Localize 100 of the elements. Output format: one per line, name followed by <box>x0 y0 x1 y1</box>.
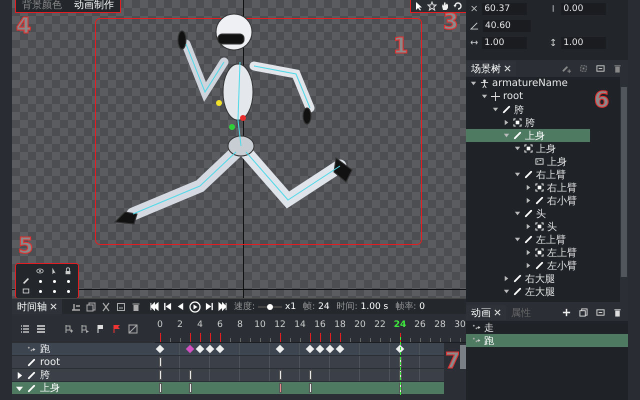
copy-icon[interactable] <box>579 308 588 317</box>
expand-arrow-icon[interactable] <box>492 106 499 113</box>
number-field[interactable]: 1.00 <box>561 36 606 48</box>
keyframe-marker[interactable] <box>279 370 282 380</box>
keyframe-marker[interactable] <box>159 383 162 393</box>
tree-item[interactable]: 右上臂 <box>466 181 590 194</box>
keyframe-marker[interactable] <box>309 383 312 393</box>
insert-icon[interactable] <box>71 302 81 312</box>
tree-item[interactable]: 头 <box>466 220 590 233</box>
tree-item[interactable]: root <box>466 90 590 103</box>
tree-item[interactable]: 上身 <box>466 142 590 155</box>
star-icon[interactable] <box>427 1 437 11</box>
keyframe-marker[interactable] <box>309 370 312 380</box>
cursor-icon[interactable] <box>50 267 58 275</box>
next-key-icon[interactable] <box>80 324 90 334</box>
track-name[interactable]: 跑 <box>12 343 155 356</box>
track-name[interactable]: root <box>12 356 155 369</box>
trash-icon[interactable] <box>131 302 141 312</box>
reverse-icon[interactable] <box>176 302 185 311</box>
add-bone-icon[interactable] <box>562 64 571 73</box>
expand-arrow-icon[interactable] <box>514 236 521 243</box>
animation-item[interactable]: 走 <box>466 321 628 334</box>
tree-item[interactable]: 上身 <box>466 129 590 142</box>
rename-icon[interactable] <box>596 64 605 73</box>
expand-arrow-icon[interactable] <box>503 275 510 282</box>
number-field[interactable]: 1.00 <box>482 36 527 48</box>
tree-item[interactable]: 左大腿 <box>466 285 590 298</box>
tree-item[interactable]: 左上臂 <box>466 233 590 246</box>
expand-arrow-icon[interactable] <box>525 197 532 204</box>
tree-item[interactable]: 上身 <box>466 155 590 168</box>
toggle-dot[interactable] <box>38 280 42 282</box>
plus-icon[interactable] <box>562 308 571 317</box>
tree-item[interactable]: 右上臂 <box>466 168 590 181</box>
trash-icon[interactable] <box>613 308 622 317</box>
scrollbar[interactable] <box>460 345 466 369</box>
expand-arrow-icon[interactable] <box>514 171 521 178</box>
playhead-line[interactable] <box>400 337 402 395</box>
number-field[interactable]: 60.37 <box>482 2 527 14</box>
animation-item[interactable]: 跑 <box>466 334 628 347</box>
keyframe-marker[interactable] <box>279 383 282 393</box>
rotate-icon[interactable] <box>453 1 463 11</box>
tree-item[interactable]: 左上臂 <box>466 246 590 259</box>
keyframe-marker[interactable] <box>159 357 162 367</box>
scene-tree-tab[interactable]: 场景树 <box>466 61 516 76</box>
keyframe-marker[interactable] <box>399 357 402 367</box>
toolbar-tab[interactable]: 动画制作 <box>68 0 120 12</box>
number-field[interactable]: 40.60 <box>483 20 531 32</box>
expand-arrow-icon[interactable] <box>16 384 23 392</box>
skip-start-icon[interactable] <box>150 302 159 311</box>
tree-item[interactable]: 右小臂 <box>466 194 590 207</box>
toggle-dot[interactable] <box>52 280 56 282</box>
keyframe-marker[interactable] <box>189 383 192 393</box>
curve-icon[interactable] <box>128 324 138 334</box>
lock-icon[interactable] <box>64 267 72 275</box>
play-icon[interactable] <box>189 300 201 312</box>
rename-icon[interactable] <box>596 308 605 317</box>
expand-arrow-icon[interactable] <box>525 262 532 269</box>
expand-arrow-icon[interactable] <box>481 93 488 100</box>
copy-icon[interactable] <box>86 302 96 312</box>
eye-icon[interactable] <box>36 267 44 275</box>
close-icon[interactable] <box>504 65 511 72</box>
keyframe-marker[interactable] <box>189 370 192 380</box>
expand-arrow-icon[interactable] <box>16 372 23 378</box>
step-forward-icon[interactable] <box>205 302 214 311</box>
skip-end-icon[interactable] <box>218 302 227 311</box>
expand-arrow-icon[interactable] <box>525 184 532 191</box>
panel-tab[interactable]: 动画 <box>466 305 506 320</box>
expand-arrow-icon[interactable] <box>503 119 510 126</box>
track-name[interactable]: 上身 <box>12 382 155 395</box>
close-icon[interactable] <box>50 303 57 310</box>
expand-arrow-icon[interactable] <box>514 145 521 152</box>
keyframe-marker[interactable] <box>399 383 402 393</box>
expand-arrow-icon[interactable] <box>525 223 532 230</box>
scissors-icon[interactable] <box>101 302 111 312</box>
add-display-icon[interactable] <box>579 64 588 73</box>
tree-item[interactable]: 头 <box>466 207 590 220</box>
hand-icon[interactable] <box>440 1 450 11</box>
toggle-dot[interactable] <box>52 290 56 292</box>
collapse-icon[interactable] <box>36 324 46 334</box>
list-icon[interactable] <box>20 324 30 334</box>
toggle-dot[interactable] <box>66 290 70 292</box>
tree-item[interactable]: 左小臂 <box>466 259 590 272</box>
paste-icon[interactable] <box>116 302 126 312</box>
number-field[interactable]: 0.00 <box>561 2 606 14</box>
toggle-dot[interactable] <box>38 290 42 292</box>
expand-arrow-icon[interactable] <box>514 210 521 217</box>
tree-item[interactable]: 胯 <box>466 103 590 116</box>
expand-arrow-icon[interactable] <box>470 80 477 87</box>
cursor-icon[interactable] <box>414 1 424 11</box>
expand-arrow-icon[interactable] <box>525 249 532 256</box>
tree-item[interactable]: 胯 <box>466 116 590 129</box>
toggle-dot[interactable] <box>66 280 70 282</box>
keyframe-marker[interactable] <box>399 370 402 380</box>
keyframe-marker[interactable] <box>159 370 162 380</box>
add-key-icon[interactable] <box>64 324 74 334</box>
slider-thumb[interactable] <box>267 304 274 310</box>
tree-item[interactable]: armatureName <box>466 77 590 90</box>
timeline-tab[interactable]: 时间轴 <box>12 299 62 314</box>
flag-icon[interactable] <box>96 324 106 334</box>
step-back-icon[interactable] <box>163 302 172 311</box>
